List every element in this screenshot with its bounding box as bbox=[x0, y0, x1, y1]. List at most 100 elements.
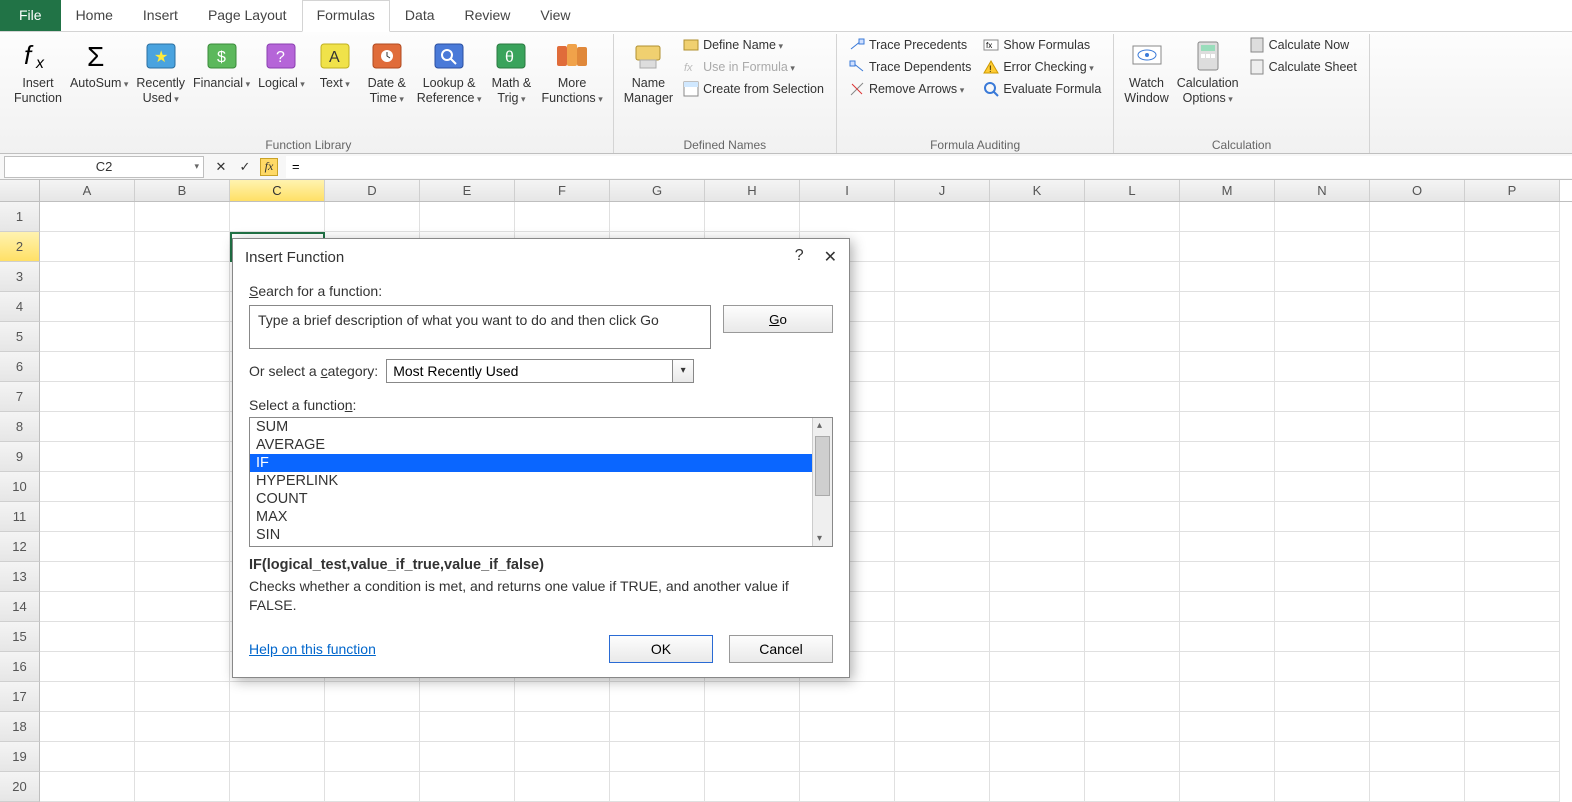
cell[interactable] bbox=[1275, 232, 1370, 262]
cell[interactable] bbox=[1085, 682, 1180, 712]
cell[interactable] bbox=[1275, 742, 1370, 772]
cell[interactable] bbox=[1180, 202, 1275, 232]
cell[interactable] bbox=[895, 442, 990, 472]
cell[interactable] bbox=[1275, 292, 1370, 322]
cell[interactable] bbox=[1370, 442, 1465, 472]
cell[interactable] bbox=[1465, 232, 1560, 262]
cell[interactable] bbox=[1085, 262, 1180, 292]
error-checking-button[interactable]: !Error Checking bbox=[981, 58, 1103, 76]
row-header-19[interactable]: 19 bbox=[0, 742, 40, 772]
cell[interactable] bbox=[1180, 262, 1275, 292]
dialog-close-icon[interactable]: ✕ bbox=[824, 247, 837, 267]
cell[interactable] bbox=[135, 472, 230, 502]
cell[interactable] bbox=[1275, 592, 1370, 622]
cell[interactable] bbox=[1465, 772, 1560, 802]
cell[interactable] bbox=[325, 682, 420, 712]
cell[interactable] bbox=[1465, 742, 1560, 772]
function-item-hyperlink[interactable]: HYPERLINK bbox=[250, 472, 812, 490]
cell[interactable] bbox=[40, 232, 135, 262]
cell[interactable] bbox=[135, 742, 230, 772]
row-header-9[interactable]: 9 bbox=[0, 442, 40, 472]
cell[interactable] bbox=[800, 682, 895, 712]
row-header-2[interactable]: 2 bbox=[0, 232, 40, 262]
trace-precedents-button[interactable]: Trace Precedents bbox=[847, 36, 973, 54]
name-box[interactable]: C2 bbox=[4, 156, 204, 178]
column-header-G[interactable]: G bbox=[610, 180, 705, 201]
cell[interactable] bbox=[230, 712, 325, 742]
cell[interactable] bbox=[1370, 652, 1465, 682]
category-dropdown-icon[interactable]: ▾ bbox=[672, 359, 694, 383]
cell[interactable] bbox=[1370, 742, 1465, 772]
cell[interactable] bbox=[1370, 202, 1465, 232]
cell[interactable] bbox=[40, 562, 135, 592]
cell[interactable] bbox=[1275, 352, 1370, 382]
cell[interactable] bbox=[135, 202, 230, 232]
cell[interactable] bbox=[1180, 712, 1275, 742]
cell[interactable] bbox=[135, 562, 230, 592]
cell[interactable] bbox=[800, 772, 895, 802]
show-formulas-button[interactable]: fxShow Formulas bbox=[981, 36, 1103, 54]
cancel-formula-icon[interactable]: ✕ bbox=[212, 158, 230, 176]
cell[interactable] bbox=[705, 742, 800, 772]
tab-data[interactable]: Data bbox=[390, 0, 450, 31]
tab-home[interactable]: Home bbox=[61, 0, 128, 31]
cell[interactable] bbox=[1180, 382, 1275, 412]
cell[interactable] bbox=[990, 532, 1085, 562]
cell[interactable] bbox=[1180, 472, 1275, 502]
cell[interactable] bbox=[1085, 562, 1180, 592]
column-header-D[interactable]: D bbox=[325, 180, 420, 201]
row-header-20[interactable]: 20 bbox=[0, 772, 40, 802]
calculate-now-button[interactable]: Calculate Now bbox=[1247, 36, 1359, 54]
function-item-average[interactable]: AVERAGE bbox=[250, 436, 812, 454]
column-header-B[interactable]: B bbox=[135, 180, 230, 201]
function-item-if[interactable]: IF bbox=[250, 454, 812, 472]
go-button[interactable]: Go bbox=[723, 305, 833, 333]
cell[interactable] bbox=[990, 442, 1085, 472]
insert-function-button[interactable]: fx InsertFunction bbox=[10, 34, 66, 108]
cell[interactable] bbox=[1275, 772, 1370, 802]
cell[interactable] bbox=[990, 502, 1085, 532]
column-header-J[interactable]: J bbox=[895, 180, 990, 201]
cell[interactable] bbox=[1180, 772, 1275, 802]
cell[interactable] bbox=[1370, 382, 1465, 412]
cell[interactable] bbox=[1465, 532, 1560, 562]
column-header-L[interactable]: L bbox=[1085, 180, 1180, 201]
cell[interactable] bbox=[1085, 622, 1180, 652]
cell[interactable] bbox=[230, 742, 325, 772]
cell[interactable] bbox=[895, 502, 990, 532]
row-header-13[interactable]: 13 bbox=[0, 562, 40, 592]
row-header-17[interactable]: 17 bbox=[0, 682, 40, 712]
text-button[interactable]: A Text bbox=[309, 34, 361, 93]
cell[interactable] bbox=[40, 682, 135, 712]
cell[interactable] bbox=[990, 292, 1085, 322]
column-header-H[interactable]: H bbox=[705, 180, 800, 201]
cell[interactable] bbox=[40, 472, 135, 502]
cell[interactable] bbox=[1465, 412, 1560, 442]
column-header-F[interactable]: F bbox=[515, 180, 610, 201]
cell[interactable] bbox=[1085, 472, 1180, 502]
autosum-button[interactable]: Σ AutoSum bbox=[66, 34, 132, 93]
cell[interactable] bbox=[800, 712, 895, 742]
cell[interactable] bbox=[1180, 742, 1275, 772]
formula-input[interactable] bbox=[286, 156, 1572, 178]
name-manager-button[interactable]: NameManager bbox=[620, 34, 677, 108]
cell[interactable] bbox=[1370, 412, 1465, 442]
cell[interactable] bbox=[135, 382, 230, 412]
cell[interactable] bbox=[40, 202, 135, 232]
cell[interactable] bbox=[1085, 322, 1180, 352]
tab-review[interactable]: Review bbox=[450, 0, 526, 31]
cell[interactable] bbox=[325, 742, 420, 772]
cell[interactable] bbox=[40, 292, 135, 322]
cell[interactable] bbox=[990, 562, 1085, 592]
cell[interactable] bbox=[895, 262, 990, 292]
calculate-sheet-button[interactable]: Calculate Sheet bbox=[1247, 58, 1359, 76]
cell[interactable] bbox=[1275, 382, 1370, 412]
cell[interactable] bbox=[40, 652, 135, 682]
column-header-C[interactable]: C bbox=[230, 180, 325, 201]
watch-window-button[interactable]: WatchWindow bbox=[1120, 34, 1172, 108]
cell[interactable] bbox=[895, 592, 990, 622]
function-item-sin[interactable]: SIN bbox=[250, 526, 812, 544]
cell[interactable] bbox=[1370, 622, 1465, 652]
column-header-P[interactable]: P bbox=[1465, 180, 1560, 201]
cell[interactable] bbox=[40, 352, 135, 382]
